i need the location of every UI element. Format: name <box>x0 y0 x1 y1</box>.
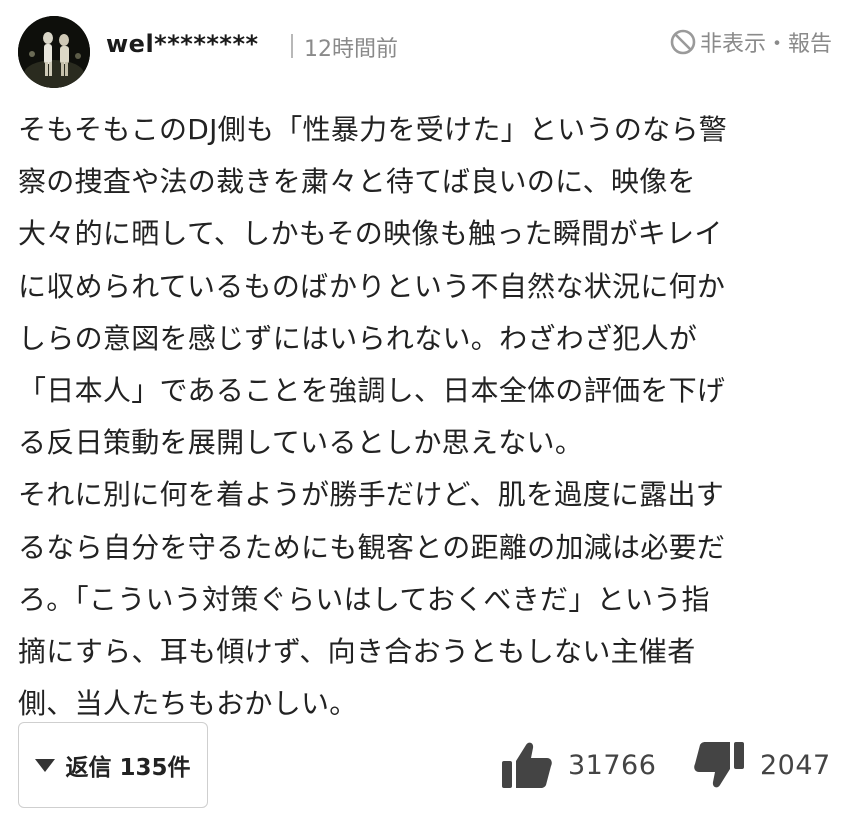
avatar[interactable] <box>18 16 90 88</box>
dislike-button[interactable]: 2047 <box>690 740 831 790</box>
comment-line: しらの意図を感じずにはいられない。わざわざ犯人が <box>18 321 698 355</box>
comment-line: 察の捜査や法の裁きを粛々と待てば良いのに、映像を <box>18 165 696 199</box>
like-button[interactable]: 31766 <box>500 740 656 790</box>
comment-line: 「日本人」であることを強調し、日本全体の評価を下げ <box>18 374 726 408</box>
comment-line: そもそもこのDJ側も「性暴力を受けた」というのなら警 <box>18 113 728 146</box>
prohibit-icon <box>669 28 697 56</box>
comment-line: 大々的に晒して、しかもその映像も触った瞬間がキレイ <box>18 217 723 251</box>
comment-header: wel******** 12時間前 非表示・報告 <box>18 16 834 90</box>
username[interactable]: wel******** <box>106 30 259 58</box>
timestamp: 12時間前 <box>304 37 398 62</box>
like-count: 31766 <box>568 749 657 781</box>
replies-button[interactable]: 返信 135件 <box>18 722 208 808</box>
comment-line: る反日策動を展開しているとしか思えない。 <box>18 426 584 460</box>
hide-report-label: 非表示・報告 <box>699 32 832 57</box>
triangle-down-icon <box>35 758 56 772</box>
divider <box>291 34 293 58</box>
comment-line: ろ。「こういう対策ぐらいはしておくべきだ」という指 <box>18 582 710 616</box>
comment-line: それに別に何を着ようが勝手だけど、肌を過度に露出す <box>18 478 725 512</box>
comment-line: に収められているものばかりという不自然な状況に何か <box>18 269 726 303</box>
thumbs-down-icon <box>690 740 746 790</box>
comment-line: るなら自分を守るためにも観客との距離の加減は必要だ <box>18 530 726 564</box>
comment-line: 摘にすら、耳も傾けず、向き合おうともしない主催者 <box>18 635 696 669</box>
dislike-count: 2047 <box>760 749 831 781</box>
thumbs-up-icon <box>500 740 554 790</box>
replies-label: 返信 135件 <box>65 755 191 781</box>
comment-body: そもそもこのDJ側も「性暴力を受けた」というのなら警 察の捜査や法の裁きを粛々と… <box>18 104 818 730</box>
hide-report-button[interactable]: 非表示・報告 <box>669 26 832 58</box>
